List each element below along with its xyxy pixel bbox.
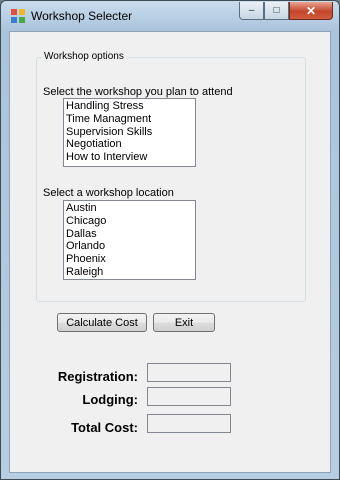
location-prompt: Select a workshop location bbox=[43, 187, 174, 199]
workshop-prompt: Select the workshop you plan to attend bbox=[43, 86, 233, 98]
calculate-cost-button[interactable]: Calculate Cost bbox=[57, 313, 147, 332]
app-window: Workshop Selecter – □ ✕ Workshop options… bbox=[0, 0, 340, 480]
list-item[interactable]: Chicago bbox=[66, 215, 195, 228]
total-cost-label: Total Cost: bbox=[71, 420, 138, 435]
list-item[interactable]: Phoenix bbox=[66, 253, 195, 266]
group-legend: Workshop options bbox=[42, 51, 126, 62]
lodging-label: Lodging: bbox=[82, 392, 138, 407]
list-item[interactable]: Orlando bbox=[66, 240, 195, 253]
list-item[interactable]: Austin bbox=[66, 202, 195, 215]
window-title: Workshop Selecter bbox=[31, 9, 133, 23]
list-item[interactable]: Supervision Skills bbox=[66, 126, 195, 139]
title-bar[interactable]: Workshop Selecter – □ ✕ bbox=[1, 1, 339, 31]
lodging-output bbox=[147, 387, 231, 406]
list-item[interactable]: Time Managment bbox=[66, 113, 195, 126]
exit-button[interactable]: Exit bbox=[153, 313, 215, 332]
minimize-button[interactable]: – bbox=[239, 2, 264, 20]
app-icon bbox=[11, 9, 25, 23]
registration-output bbox=[147, 363, 231, 382]
form-client-area: Workshop options Select the workshop you… bbox=[9, 31, 331, 473]
list-item[interactable]: Handling Stress bbox=[66, 100, 195, 113]
close-icon: ✕ bbox=[305, 3, 317, 18]
minimize-icon: – bbox=[248, 5, 255, 16]
total-cost-output bbox=[147, 414, 231, 433]
maximize-icon: □ bbox=[273, 5, 280, 16]
workshop-listbox[interactable]: Handling Stress Time Managment Supervisi… bbox=[63, 98, 196, 167]
location-listbox[interactable]: Austin Chicago Dallas Orlando Phoenix Ra… bbox=[63, 200, 196, 280]
registration-label: Registration: bbox=[57, 369, 138, 384]
close-button[interactable]: ✕ bbox=[289, 2, 333, 20]
list-item[interactable]: Dallas bbox=[66, 228, 195, 241]
list-item[interactable]: Raleigh bbox=[66, 266, 195, 279]
list-item[interactable]: Negotiation bbox=[66, 138, 195, 151]
list-item[interactable]: How to Interview bbox=[66, 151, 195, 164]
maximize-button[interactable]: □ bbox=[264, 2, 289, 20]
